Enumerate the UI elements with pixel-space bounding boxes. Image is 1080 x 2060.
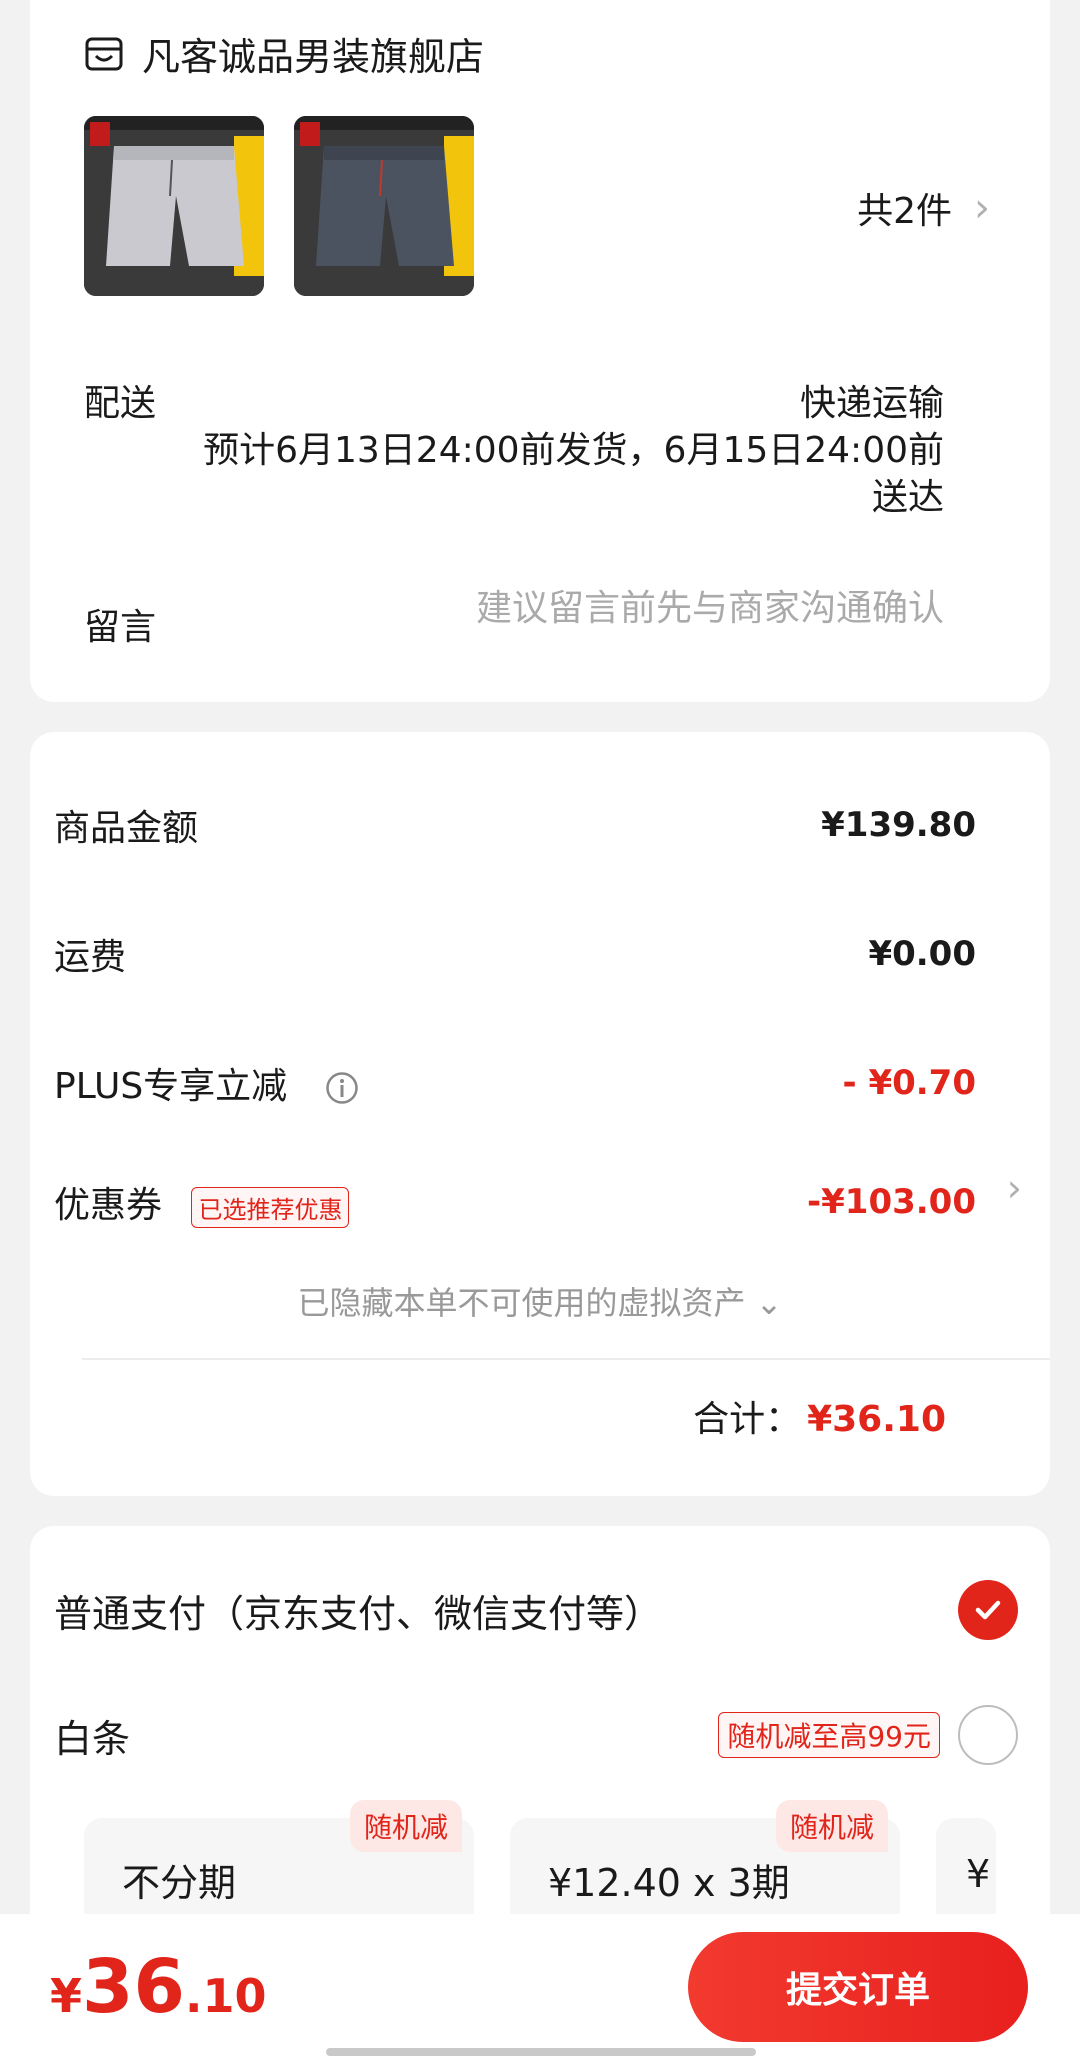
hidden-assets-toggle[interactable]: 已隐藏本单不可使用的虚拟资产 ⌄ (0, 1278, 1080, 1324)
checkmark-icon[interactable] (958, 1580, 1018, 1640)
plus-discount-row: PLUS专享立减 - ¥0.70 (54, 1053, 976, 1113)
chevron-right-icon[interactable]: › (1007, 1166, 1022, 1210)
coupon-recommended-badge: 已选推荐优惠 (191, 1186, 350, 1228)
checkout-bar: ¥ 36 .10 提交订单 (0, 1914, 1080, 2060)
item-count: 共2件 (857, 191, 952, 232)
delivery-estimate: 预计6月13日24:00前发货，6月15日24:00前送达 (203, 430, 944, 518)
normal-payment-option[interactable]: 普通支付（京东支付、微信支付等） (54, 1580, 1018, 1640)
shipping-fee-row: 运费 ¥0.00 (54, 924, 976, 984)
shorts-navy-image (294, 116, 474, 296)
normal-payment-label: 普通支付（京东支付、微信支付等） (54, 1591, 663, 1636)
plus-discount-label: PLUS专享立减 (54, 1066, 288, 1107)
total-value: ¥36.10 (807, 1399, 946, 1440)
delivery-label: 配送 (84, 383, 157, 424)
check-icon (975, 1600, 1001, 1620)
subtotal-row: 合计： ¥36.10 (693, 1390, 946, 1442)
info-icon[interactable] (325, 1071, 359, 1105)
random-discount-badge: 随机减 (349, 1800, 462, 1852)
shipping-fee-label: 运费 (54, 937, 127, 978)
coupon-label: 优惠券 (54, 1185, 163, 1226)
submit-order-button[interactable]: 提交订单 (688, 1932, 1028, 2042)
product-thumbnail[interactable] (294, 116, 474, 296)
home-indicator (326, 2048, 756, 2056)
divider (82, 1358, 1050, 1360)
random-discount-badge: 随机减 (775, 1800, 888, 1852)
plus-discount-value: - ¥0.70 (842, 1063, 977, 1103)
installment-plan-title: ¥ (966, 1852, 991, 1896)
message-input[interactable] (384, 588, 944, 629)
baitiao-payment-option[interactable]: 白条 随机减至高99元 (54, 1705, 1018, 1765)
shipping-fee-value: ¥0.00 (868, 934, 976, 974)
goods-amount-row: 商品金额 ¥139.80 (54, 795, 976, 855)
message-label: 留言 (84, 607, 157, 648)
store-name: 凡客诚品男装旗舰店 (142, 35, 485, 79)
item-count-link[interactable]: 共2件 › (857, 182, 990, 234)
baitiao-promo-badge: 随机减至高99元 (718, 1712, 940, 1758)
coupon-value: -¥103.00 (807, 1182, 976, 1222)
radio-button[interactable] (958, 1705, 1018, 1765)
total-decimal: .10 (185, 1969, 267, 2023)
product-thumbnail[interactable] (84, 116, 264, 296)
installment-plan-title: ¥12.40 x 3期 (548, 1861, 790, 1905)
store-order-card: 凡客诚品男装旗舰店 共2件 › 配送 快递运输 预计6月13日24:00前发货，… (30, 0, 1050, 702)
total-integer: 36 (82, 1944, 185, 2030)
currency-symbol: ¥ (50, 1969, 83, 2023)
goods-amount-label: 商品金额 (54, 808, 199, 849)
installment-plan-title: 不分期 (122, 1861, 237, 1905)
store-header[interactable]: 凡客诚品男装旗舰店 (84, 26, 484, 81)
store-icon (85, 37, 123, 70)
order-total: ¥ 36 .10 (50, 1944, 267, 2030)
coupon-row[interactable]: 优惠券 已选推荐优惠 -¥103.00 (54, 1172, 976, 1232)
goods-amount-value: ¥139.80 (821, 805, 976, 845)
chevron-right-icon: › (974, 185, 990, 231)
total-label: 合计： (693, 1399, 802, 1440)
baitiao-label: 白条 (54, 1716, 131, 1761)
delivery-method[interactable]: 快递运输 (800, 374, 944, 426)
shorts-grey-image (84, 116, 264, 296)
